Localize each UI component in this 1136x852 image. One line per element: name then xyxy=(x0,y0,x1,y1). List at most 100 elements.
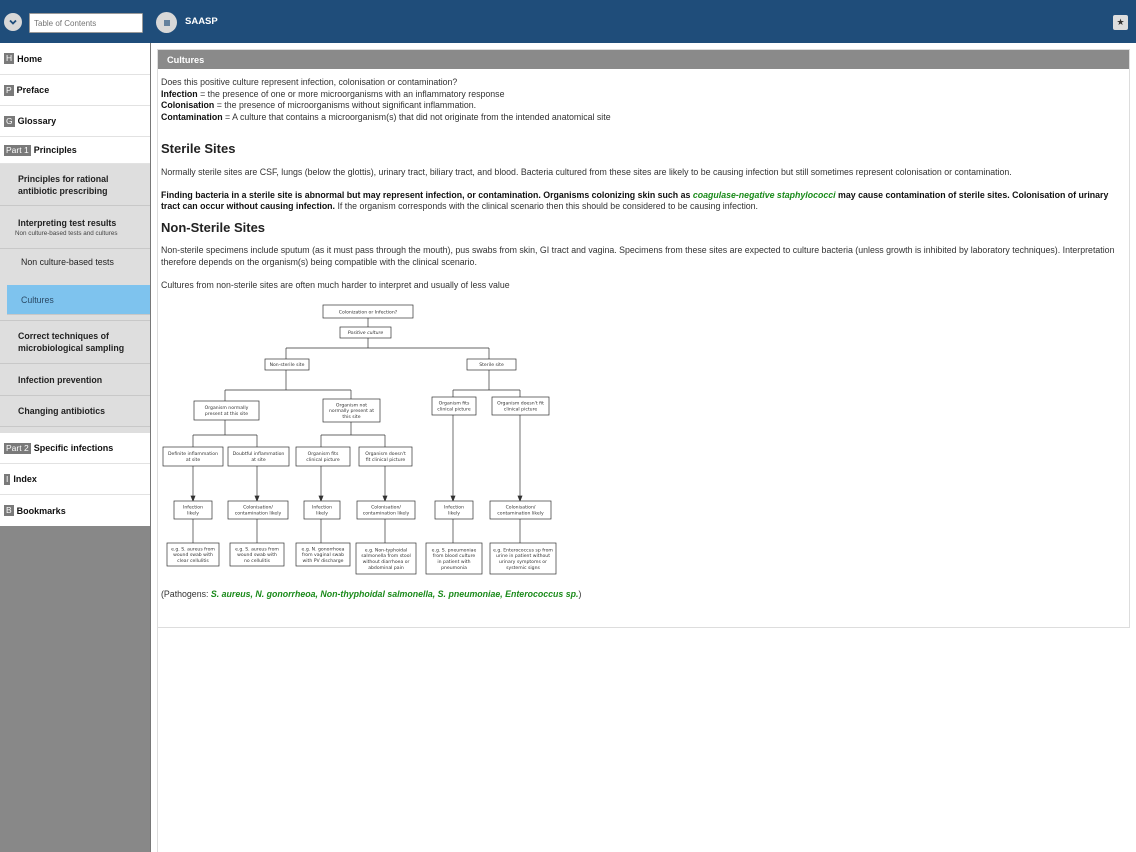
sterile-paragraph-2: Finding bacteria in a sterile site is ab… xyxy=(161,190,1126,213)
box-label: Positive culture xyxy=(348,330,384,336)
sidebar-item-label: Bookmarks xyxy=(16,505,66,516)
box-label: e.g. N. gonorrhoea xyxy=(302,546,345,552)
sidebar-item-non-culture-tests[interactable]: Non culture-based tests xyxy=(0,249,150,275)
sidebar-item-label: Interpreting test results xyxy=(18,217,117,228)
positive-culture-node: Positive culture xyxy=(339,326,392,339)
box-label: e.g. S. pneumoniae xyxy=(432,548,477,554)
sidebar-item-preface[interactable]: P Preface xyxy=(0,75,150,106)
box-label: contamination likely xyxy=(497,511,544,517)
colonisation-likely-node: Colonisation/contamination likely xyxy=(227,500,289,520)
box-label: from vaginal swab xyxy=(302,552,344,558)
box-label: e.g. Enterococcus sp from xyxy=(493,548,553,554)
nav-badge: I xyxy=(4,473,11,485)
box-label: urinary symptoms or xyxy=(499,559,547,565)
definition-text: = A culture that contains a microorganis… xyxy=(222,111,611,122)
pathogens-list[interactable]: S. aureus, N. gonorrheoa, Non-thyphoidal… xyxy=(211,589,579,599)
non-sterile-paragraph-2: Cultures from non-sterile sites are ofte… xyxy=(161,279,510,290)
box-label: Sterile site xyxy=(479,362,504,368)
box-label: Colonization or Infection? xyxy=(339,309,398,315)
box-label: Colonisation/ xyxy=(371,505,401,511)
toc-search-input[interactable] xyxy=(29,13,143,33)
heading-non-sterile-sites: Non-Sterile Sites xyxy=(161,219,266,235)
sidebar-item-label: Index xyxy=(13,474,37,484)
example-node: e.g. Non-typhoidalsalmonella from stoolw… xyxy=(355,542,417,575)
box-label: with PV discharge xyxy=(303,558,344,564)
definition-infection: Infection = the presence of one or more … xyxy=(161,89,1126,101)
box-label: Infection xyxy=(312,505,332,511)
box-label: likely xyxy=(448,511,460,517)
box-label: at site xyxy=(251,457,266,463)
plain-text: If the organism corresponds with the cli… xyxy=(335,201,758,212)
infection-likely-node: Infectionlikely xyxy=(303,500,341,520)
colonisation-likely-node: Colonisation/contamination likely xyxy=(489,500,552,520)
box-label: Infection xyxy=(444,505,464,511)
article-body: Does this positive culture represent inf… xyxy=(158,69,1129,601)
sidebar-item-glossary[interactable]: G Glossary xyxy=(0,106,150,137)
sterile-paragraph-1: Normally sterile sites are CSF, lungs (b… xyxy=(161,166,1012,177)
flowchart-boxes: Colonization or Infection? Positive cultu… xyxy=(162,304,557,575)
box-label: Organism fits xyxy=(439,401,470,407)
plain-text: (Pathogens: xyxy=(161,589,211,600)
sidebar-item-changing-antibiotics[interactable]: Changing antibiotics xyxy=(0,396,150,427)
infection-flowchart: Colonization or Infection? Positive cultu… xyxy=(162,304,557,575)
sidebar-item-interpreting-tests[interactable]: Interpreting test results Non culture-ba… xyxy=(0,206,150,249)
content-panel: Cultures Does this positive culture repr… xyxy=(157,49,1130,628)
sidebar-item-infection-prevention[interactable]: Infection prevention xyxy=(0,364,150,396)
definite-inflammation-node: Definite inflammationat site xyxy=(162,446,224,467)
box-label: salmonella from stool xyxy=(361,553,411,559)
box-label: systemic signs xyxy=(506,565,540,571)
sidebar-item-bookmarks[interactable]: B Bookmarks xyxy=(0,495,150,526)
sterile-fits-node: Organism fitsclinical picture xyxy=(431,396,477,416)
box-label: Organism normally xyxy=(205,405,249,411)
sidebar-item-cultures[interactable]: Cultures xyxy=(7,285,150,315)
box-label: Colonisation/ xyxy=(506,505,536,511)
sidebar-item-rational-prescribing[interactable]: Principles for rational antibiotic presc… xyxy=(0,164,150,206)
box-label: clear cellulitis xyxy=(177,558,209,564)
star-icon[interactable]: ★ xyxy=(1113,15,1128,30)
example-node: e.g. S. pneumoniaefrom blood culturein p… xyxy=(425,542,483,575)
sidebar-item-label: Non culture-based tests xyxy=(21,257,114,267)
box-label: Doubtful inflammation xyxy=(233,451,285,457)
box-label: this site xyxy=(342,414,360,420)
sidebar-item-home[interactable]: H Home xyxy=(0,43,150,75)
organism-link[interactable]: coagulase-negative staphylococci xyxy=(693,190,836,200)
section-title: Cultures xyxy=(158,50,1129,69)
root-node: Colonization or Infection? xyxy=(322,304,414,319)
nav-badge: Part 2 xyxy=(4,442,31,454)
non-sterile-fits-node: Organism fitsclinical picture xyxy=(295,446,351,467)
sidebar-item-sampling[interactable]: Correct techniques of microbiological sa… xyxy=(0,321,150,364)
nav-badge: H xyxy=(4,53,15,64)
box-label: present at this site xyxy=(205,411,248,417)
box-label: no cellulitis xyxy=(244,558,271,564)
sidebar-item-specific-infections[interactable]: Part 2 Specific infections xyxy=(0,433,150,464)
box-label: likely xyxy=(187,511,199,517)
bold-text: Finding bacteria in a sterile site is ab… xyxy=(161,189,693,200)
definition-contamination: Contamination = A culture that contains … xyxy=(161,112,1126,124)
nav-badge: B xyxy=(4,505,14,516)
term: Colonisation xyxy=(161,100,215,111)
box-label: Organism fits xyxy=(308,451,339,457)
pathogens-line: (Pathogens: S. aureus, N. gonorrheoa, No… xyxy=(161,589,1126,601)
example-node: e.g. S. aureus fromwound swab withno cel… xyxy=(229,542,285,567)
box-label: pneumonia xyxy=(441,565,467,571)
box-label: abdominal pain xyxy=(368,565,404,571)
menu-icon[interactable] xyxy=(156,12,177,33)
definition-text: = the presence of one or more microorgan… xyxy=(197,88,505,99)
box-label: wound swab with xyxy=(173,552,213,558)
content-background xyxy=(157,628,1130,852)
non-sterile-no-fit-node: Organism doesn'tfit clinical picture xyxy=(358,446,413,467)
sidebar-item-label: Glossary xyxy=(17,116,57,126)
spacer xyxy=(0,275,150,285)
box-label: Organism not xyxy=(336,402,367,408)
term: Infection xyxy=(161,88,198,99)
sidebar-item-principles[interactable]: Part 1 Principles xyxy=(0,137,150,164)
chevron-down-icon[interactable] xyxy=(4,13,22,31)
non-sterile-node: Non-sterile site xyxy=(264,358,310,371)
intro-question: Does this positive culture represent inf… xyxy=(161,77,458,87)
sidebar-item-index[interactable]: I Index xyxy=(0,464,150,495)
sidebar-item-label: Preface xyxy=(16,85,50,95)
box-label: clinical picture xyxy=(504,407,538,413)
organism-not-normal-node: Organism notnormally present atthis site xyxy=(322,398,381,423)
sidebar-item-label: Home xyxy=(17,53,43,64)
nav-badge: G xyxy=(4,115,15,127)
